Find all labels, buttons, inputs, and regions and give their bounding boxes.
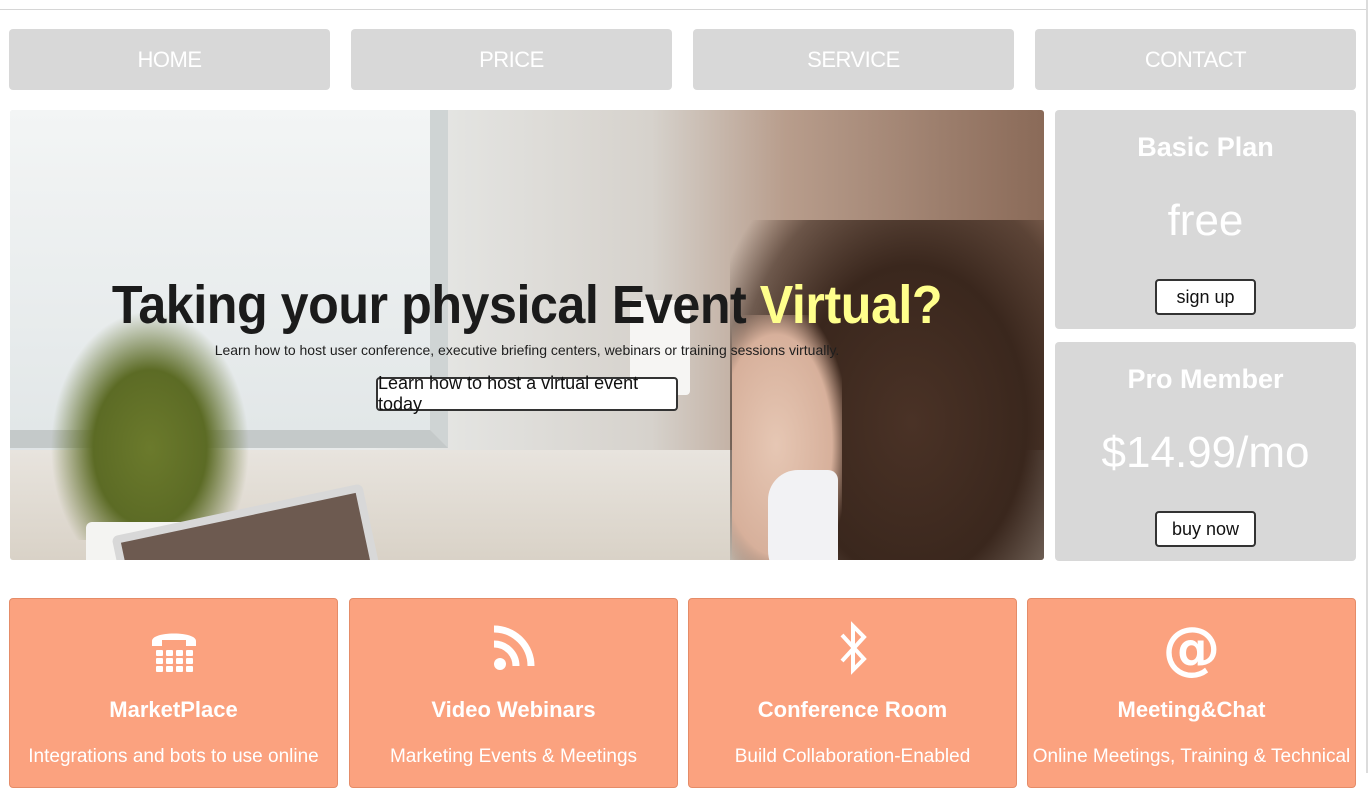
service-title: Meeting&Chat xyxy=(1117,697,1266,722)
service-title: Video Webinars xyxy=(431,697,596,722)
rss-icon xyxy=(350,621,677,675)
nav-price-button[interactable]: PRICE xyxy=(351,29,672,90)
phone-icon xyxy=(10,621,337,675)
plan-card-pro: Pro Member $14.99/mo buy now xyxy=(1055,342,1356,561)
service-title: Conference Room xyxy=(757,697,948,722)
service-card-meeting-chat[interactable]: @ Meeting&Chat Online Meetings, Training… xyxy=(1027,598,1356,788)
bluetooth-icon xyxy=(689,621,1016,675)
plan-card-basic: Basic Plan free sign up xyxy=(1055,110,1356,329)
hero-cta-button[interactable]: Learn how to host a virtual event today xyxy=(376,373,678,414)
service-description: Marketing Events & Meetings xyxy=(389,746,638,767)
nav-contact-button[interactable]: CONTACT xyxy=(1035,29,1356,90)
plan-title: Basic Plan xyxy=(1137,132,1274,162)
service-title: MarketPlace xyxy=(109,697,238,722)
plan-price: $14.99/mo xyxy=(1101,428,1310,477)
buy-now-button[interactable]: buy now xyxy=(1155,511,1256,547)
service-card-marketplace[interactable]: MarketPlace Integrations and bots to use… xyxy=(9,598,338,788)
service-description: Online Meetings, Training & Technical xyxy=(1032,746,1351,767)
service-card-video-webinars[interactable]: Video Webinars Marketing Events & Meetin… xyxy=(349,598,678,788)
service-card-conference-room[interactable]: Conference Room Build Collaboration-Enab… xyxy=(688,598,1017,788)
top-divider xyxy=(0,9,1368,10)
hero-content: Taking your physical Event Virtual? Lear… xyxy=(10,110,1044,560)
plan-price: free xyxy=(1167,196,1244,245)
service-description: Integrations and bots to use online xyxy=(28,746,319,767)
hero-title-main: Taking your physical Event xyxy=(111,275,760,335)
service-description: Build Collaboration-Enabled xyxy=(734,746,971,767)
hero-title-accent: Virtual? xyxy=(759,275,943,335)
hero-title: Taking your physical Event Virtual? xyxy=(46,274,1008,336)
nav-home-button[interactable]: HOME xyxy=(9,29,330,90)
plan-title: Pro Member xyxy=(1127,364,1284,394)
hero-subtitle: Learn how to host user conference, execu… xyxy=(214,342,840,358)
nav-service-button[interactable]: SERVICE xyxy=(693,29,1014,90)
at-icon: @ xyxy=(1162,614,1221,682)
sign-up-button[interactable]: sign up xyxy=(1155,279,1256,315)
